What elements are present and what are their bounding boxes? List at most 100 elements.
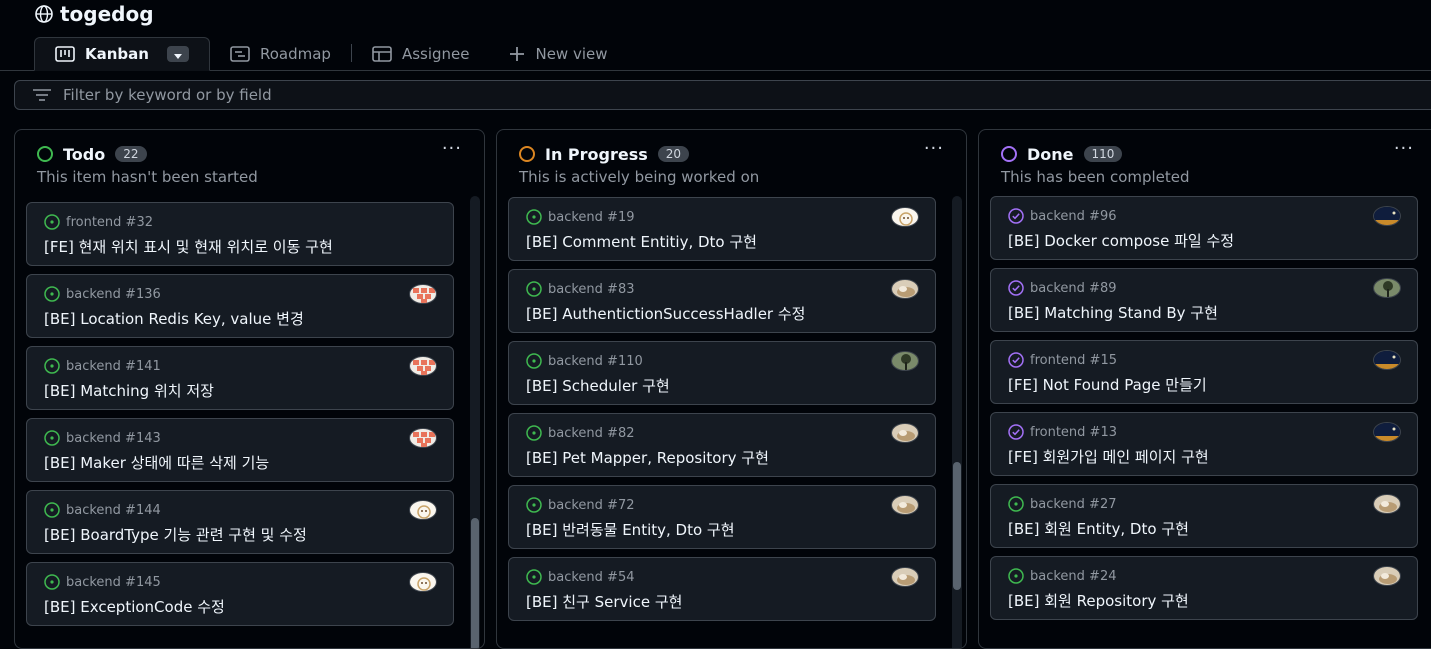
issue-card[interactable]: backend #141 [BE] Matching 위치 저장: [26, 346, 454, 410]
assignee-avatar[interactable]: [891, 423, 919, 443]
card-meta: frontend #32: [44, 214, 153, 230]
card-title[interactable]: [BE] 회원 Repository 구현: [1008, 590, 1189, 611]
card-title[interactable]: [FE] 회원가입 메인 페이지 구현: [1008, 446, 1209, 467]
assignee-avatar[interactable]: [409, 500, 437, 520]
assignee-avatar[interactable]: [1373, 206, 1401, 226]
assignee-avatar[interactable]: [1373, 278, 1401, 298]
issue-card[interactable]: backend #27 [BE] 회원 Entity, Dto 구현: [990, 484, 1418, 548]
new-view-button[interactable]: New view: [489, 38, 627, 70]
open-issue-icon: [44, 214, 60, 230]
card-title[interactable]: [BE] 회원 Entity, Dto 구현: [1008, 518, 1189, 539]
column-menu-button[interactable]: ···: [924, 138, 944, 159]
card-repo-number: backend #72: [548, 497, 635, 513]
card-title[interactable]: [BE] 반려동물 Entity, Dto 구현: [526, 519, 735, 540]
scrollbar-thumb[interactable]: [471, 518, 479, 648]
issue-card[interactable]: frontend #32 [FE] 현재 위치 표시 및 현재 위치로 이동 구…: [26, 202, 454, 266]
issue-card[interactable]: frontend #13 [FE] 회원가입 메인 페이지 구현: [990, 412, 1418, 476]
issue-card[interactable]: backend #83 [BE] AuthentictionSuccessHad…: [508, 269, 936, 333]
card-repo-number: backend #96: [1030, 208, 1117, 224]
column-scrollbar[interactable]: [952, 196, 962, 648]
column-title: In Progress: [545, 144, 648, 164]
card-repo-number: backend #24: [1030, 568, 1117, 584]
card-title[interactable]: [BE] AuthentictionSuccessHadler 수정: [526, 303, 805, 324]
issue-card[interactable]: backend #96 [BE] Docker compose 파일 수정: [990, 196, 1418, 260]
view-options-dropdown[interactable]: [166, 45, 189, 63]
view-tabs: Kanban Roadmap Assignee New view: [34, 36, 628, 71]
issue-card[interactable]: backend #110 [BE] Scheduler 구현: [508, 341, 936, 405]
card-title[interactable]: [BE] Scheduler 구현: [526, 375, 670, 396]
card-list: frontend #32 [FE] 현재 위치 표시 및 현재 위치로 이동 구…: [26, 202, 454, 634]
card-title[interactable]: [BE] Pet Mapper, Repository 구현: [526, 447, 769, 468]
issue-card[interactable]: backend #144 [BE] BoardType 기능 관련 구현 및 수…: [26, 490, 454, 554]
issue-card[interactable]: backend #54 [BE] 친구 Service 구현: [508, 557, 936, 621]
card-title[interactable]: [BE] Maker 상태에 따른 삭제 기능: [44, 452, 269, 473]
board-icon: [55, 46, 75, 62]
assignee-avatar[interactable]: [891, 351, 919, 371]
assignee-avatar[interactable]: [1373, 422, 1401, 442]
tab-assignee-label: Assignee: [401, 45, 470, 63]
tab-assignee[interactable]: Assignee: [352, 38, 490, 70]
issue-card[interactable]: backend #136 [BE] Location Redis Key, va…: [26, 274, 454, 338]
assignee-avatar[interactable]: [409, 356, 437, 376]
item-count-badge: 110: [1083, 146, 1123, 162]
assignee-avatar[interactable]: [409, 572, 437, 592]
column-title: Todo: [63, 144, 106, 164]
card-meta: backend #143: [44, 430, 161, 446]
card-title[interactable]: [BE] ExceptionCode 수정: [44, 596, 225, 617]
assignee-avatar[interactable]: [891, 279, 919, 299]
column-header: Todo 22: [37, 142, 474, 166]
card-repo-number: backend #110: [548, 353, 643, 369]
issue-card[interactable]: frontend #15 [FE] Not Found Page 만들기: [990, 340, 1418, 404]
card-title[interactable]: [BE] Docker compose 파일 수정: [1008, 230, 1234, 251]
column-in-progress: In Progress 20 ··· This is actively bein…: [496, 129, 967, 649]
assignee-avatar[interactable]: [891, 567, 919, 587]
issue-card[interactable]: backend #143 [BE] Maker 상태에 따른 삭제 기능: [26, 418, 454, 482]
filter-icon: [33, 89, 51, 101]
tab-roadmap[interactable]: Roadmap: [210, 38, 351, 70]
filter-placeholder: Filter by keyword or by field: [63, 86, 272, 104]
issue-card[interactable]: backend #82 [BE] Pet Mapper, Repository …: [508, 413, 936, 477]
card-title[interactable]: [BE] Matching 위치 저장: [44, 380, 214, 401]
column-scrollbar[interactable]: [470, 196, 480, 648]
status-circle-icon: [519, 146, 535, 162]
assignee-avatar[interactable]: [1373, 566, 1401, 586]
column-header: In Progress 20: [519, 142, 956, 166]
card-title[interactable]: [FE] 현재 위치 표시 및 현재 위치로 이동 구현: [44, 236, 333, 257]
assignee-avatar[interactable]: [409, 284, 437, 304]
open-issue-icon: [44, 574, 60, 590]
issue-card[interactable]: backend #89 [BE] Matching Stand By 구현: [990, 268, 1418, 332]
card-meta: backend #72: [526, 497, 635, 513]
closed-issue-icon: [1008, 208, 1024, 224]
issue-card[interactable]: backend #24 [BE] 회원 Repository 구현: [990, 556, 1418, 620]
assignee-avatar[interactable]: [891, 495, 919, 515]
card-repo-number: backend #145: [66, 574, 161, 590]
caret-down-icon: [173, 45, 182, 63]
issue-card[interactable]: backend #19 [BE] Comment Entitiy, Dto 구현: [508, 197, 936, 261]
assignee-avatar[interactable]: [1373, 494, 1401, 514]
scrollbar-thumb[interactable]: [953, 462, 961, 590]
assignee-avatar[interactable]: [1373, 350, 1401, 370]
card-repo-number: backend #54: [548, 569, 635, 585]
card-title[interactable]: [FE] Not Found Page 만들기: [1008, 374, 1207, 395]
card-title[interactable]: [BE] Location Redis Key, value 변경: [44, 308, 304, 329]
card-title[interactable]: [BE] Comment Entitiy, Dto 구현: [526, 231, 757, 252]
project-title[interactable]: togedog: [34, 2, 154, 26]
status-circle-icon: [37, 146, 53, 162]
card-title[interactable]: [BE] BoardType 기능 관련 구현 및 수정: [44, 524, 307, 545]
assignee-avatar[interactable]: [409, 428, 437, 448]
issue-card[interactable]: backend #145 [BE] ExceptionCode 수정: [26, 562, 454, 626]
card-title[interactable]: [BE] Matching Stand By 구현: [1008, 302, 1218, 323]
card-title[interactable]: [BE] 친구 Service 구현: [526, 591, 682, 612]
tab-roadmap-label: Roadmap: [259, 45, 331, 63]
issue-card[interactable]: backend #72 [BE] 반려동물 Entity, Dto 구현: [508, 485, 936, 549]
column-description: This item hasn't been started: [37, 168, 258, 186]
column-menu-button[interactable]: ···: [1394, 138, 1414, 159]
column-menu-button[interactable]: ···: [442, 138, 462, 159]
assignee-avatar[interactable]: [891, 207, 919, 227]
card-repo-number: backend #144: [66, 502, 161, 518]
tab-kanban[interactable]: Kanban: [34, 37, 210, 71]
card-list: backend #19 [BE] Comment Entitiy, Dto 구현…: [508, 197, 936, 629]
filter-input[interactable]: Filter by keyword or by field: [14, 80, 1431, 110]
open-issue-icon: [526, 497, 542, 513]
card-meta: frontend #13: [1008, 424, 1117, 440]
